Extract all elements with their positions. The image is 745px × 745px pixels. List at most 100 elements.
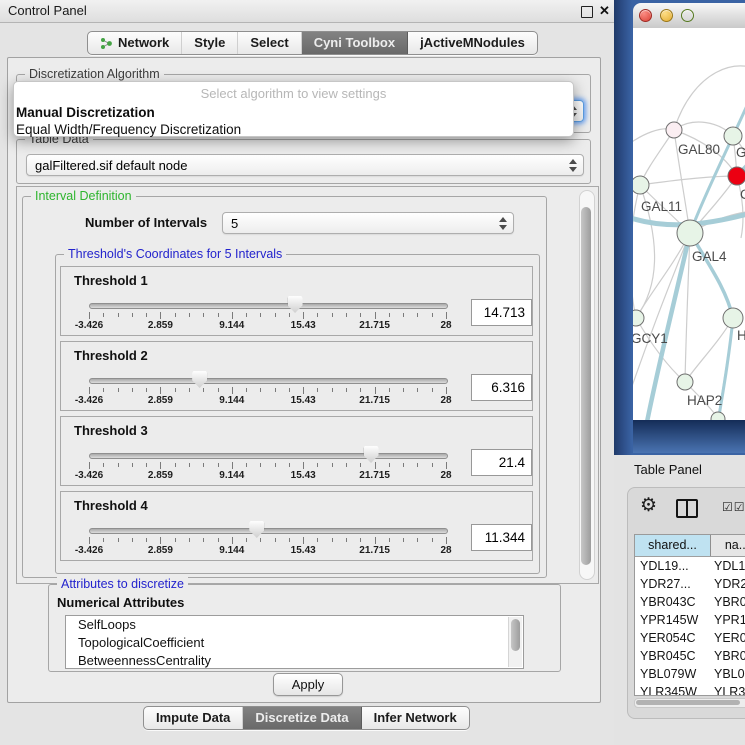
name-cell[interactable]: YDL1 <box>710 557 745 575</box>
tab-infer-network[interactable]: Infer Network <box>362 707 469 729</box>
network-node-hap2[interactable] <box>677 374 693 390</box>
apply-button[interactable]: Apply <box>273 673 343 696</box>
threshold-value-field[interactable]: 21.4 <box>471 449 532 476</box>
network-edge-highlighted[interactable] <box>690 233 733 318</box>
numerical-attributes-list[interactable]: SelfLoops TopologicalCoefficient Between… <box>65 615 524 669</box>
network-graph: GAL80GACGAL11GAL4GCY1HAHAP2 <box>633 28 745 420</box>
tab-style[interactable]: Style <box>182 32 238 54</box>
network-node-gal11[interactable] <box>633 176 649 194</box>
tick-mark <box>317 463 318 467</box>
network-node-c[interactable] <box>728 167 745 185</box>
shared-name-cell[interactable]: YDL19... <box>635 557 710 575</box>
scrollbar-thumb[interactable] <box>581 207 591 565</box>
shared-name-cell[interactable]: YLR345W <box>635 683 710 696</box>
slider-track[interactable] <box>89 528 448 534</box>
name-cell[interactable]: YPR1 <box>710 611 745 629</box>
list-item[interactable]: BetweennessCentrality <box>66 652 523 669</box>
table-row[interactable]: YDL19...YDL1 <box>635 557 745 575</box>
network-edge-highlighted[interactable] <box>645 233 690 420</box>
list-scrollbar[interactable] <box>508 617 522 667</box>
threshold-row-4: Threshold 4 -3.4262.8599.14415.4321.7152… <box>60 491 533 561</box>
network-edge[interactable] <box>674 66 745 130</box>
tab-network[interactable]: Network <box>88 32 182 54</box>
shared-name-cell[interactable]: YDR27... <box>635 575 710 593</box>
column-header-name[interactable]: na... <box>711 535 745 556</box>
network-edge[interactable] <box>633 185 640 318</box>
slider-thumb[interactable] <box>364 446 379 463</box>
list-item[interactable]: TopologicalCoefficient <box>66 634 523 652</box>
name-cell[interactable]: YBR0 <box>710 647 745 665</box>
threshold-row-2: Threshold 2 -3.4262.8599.14415.4321.7152… <box>60 341 533 411</box>
tab-cyni-toolbox[interactable]: Cyni Toolbox <box>302 32 408 54</box>
network-node-ha[interactable] <box>723 308 743 328</box>
tab-discretize-data[interactable]: Discretize Data <box>243 707 361 729</box>
tab-select[interactable]: Select <box>238 32 301 54</box>
node-attribute-table[interactable]: shared... na... YDL19...YDL1YDR27...YDR2… <box>634 534 745 696</box>
shared-name-cell[interactable]: YPR145W <box>635 611 710 629</box>
horizontal-scrollbar[interactable] <box>634 698 745 708</box>
columns-icon[interactable] <box>676 499 698 518</box>
table-row[interactable]: YER054CYER0 <box>635 629 745 647</box>
algorithm-dropdown-popup: Select algorithm to view settings Manual… <box>13 81 574 137</box>
network-edge[interactable] <box>640 130 674 185</box>
threshold-value-field[interactable]: 11.344 <box>471 524 532 551</box>
scale-label: 28 <box>440 545 451 556</box>
network-node-gcy1[interactable] <box>633 310 644 326</box>
close-traffic-light[interactable] <box>639 9 652 22</box>
shared-name-cell[interactable]: YER054C <box>635 629 710 647</box>
minimize-traffic-light[interactable] <box>660 9 673 22</box>
table-header-row: shared... na... <box>635 535 745 557</box>
slider-track[interactable] <box>89 378 448 384</box>
slider-track[interactable] <box>89 453 448 459</box>
name-cell[interactable]: YLR3 <box>710 683 745 696</box>
slider-thumb[interactable] <box>192 371 207 388</box>
vertical-scrollbar[interactable] <box>579 190 595 580</box>
network-node-gal80[interactable] <box>666 122 682 138</box>
tick-mark <box>360 388 361 392</box>
list-item[interactable]: SelfLoops <box>66 616 523 634</box>
tick-mark <box>317 538 318 542</box>
name-cell[interactable]: YER0 <box>710 629 745 647</box>
table-row[interactable]: YBL079WYBL0 <box>635 665 745 683</box>
shared-name-cell[interactable]: YBL079W <box>635 665 710 683</box>
float-window-icon[interactable] <box>581 6 593 18</box>
node-label: GA <box>736 145 745 160</box>
network-canvas[interactable]: GAL80GACGAL11GAL4GCY1HAHAP2 <box>633 28 745 420</box>
scrollbar-thumb[interactable] <box>511 619 520 651</box>
dropdown-option-manual[interactable]: Manual Discretization <box>14 104 573 121</box>
gear-icon[interactable]: ⚙ <box>640 494 657 517</box>
network-edge-highlighted[interactable] <box>690 88 745 233</box>
table-row[interactable]: YPR145WYPR1 <box>635 611 745 629</box>
tick-mark <box>432 313 433 317</box>
table-data-combobox[interactable]: galFiltered.sif default node <box>26 154 584 176</box>
name-cell[interactable]: YBL0 <box>710 665 745 683</box>
slider-thumb[interactable] <box>249 521 264 538</box>
slider-thumb[interactable] <box>288 296 303 313</box>
table-row[interactable]: YLR345WYLR3 <box>635 683 745 696</box>
num-intervals-combobox[interactable]: 5 <box>222 212 514 234</box>
network-edge[interactable] <box>640 176 737 185</box>
shared-name-cell[interactable]: YBR045C <box>635 647 710 665</box>
threshold-value-field[interactable]: 6.316 <box>471 374 532 401</box>
table-row[interactable]: YBR043CYBR0 <box>635 593 745 611</box>
scrollbar-thumb[interactable] <box>636 700 740 705</box>
close-icon[interactable]: ✕ <box>599 3 610 19</box>
slider-track[interactable] <box>89 303 448 309</box>
zoom-traffic-light[interactable] <box>681 9 694 22</box>
tab-jactivemnodules[interactable]: jActiveMNodules <box>408 32 537 54</box>
scale-label: 15.43 <box>291 395 316 406</box>
network-node[interactable] <box>711 412 725 420</box>
column-header-shared-name[interactable]: shared... <box>635 535 711 556</box>
tab-impute-data[interactable]: Impute Data <box>144 707 243 729</box>
network-window-titlebar[interactable] <box>633 3 745 29</box>
shared-name-cell[interactable]: YBR043C <box>635 593 710 611</box>
select-columns-icon[interactable]: ☑☑ <box>722 500 745 514</box>
threshold-value-field[interactable]: 14.713 <box>471 299 532 326</box>
name-cell[interactable]: YDR2 <box>710 575 745 593</box>
dropdown-option-equal-width[interactable]: Equal Width/Frequency Discretization <box>14 121 573 138</box>
network-node-ga[interactable] <box>724 127 742 145</box>
table-row[interactable]: YDR27...YDR2 <box>635 575 745 593</box>
network-node-gal4[interactable] <box>677 220 703 246</box>
name-cell[interactable]: YBR0 <box>710 593 745 611</box>
table-row[interactable]: YBR045CYBR0 <box>635 647 745 665</box>
